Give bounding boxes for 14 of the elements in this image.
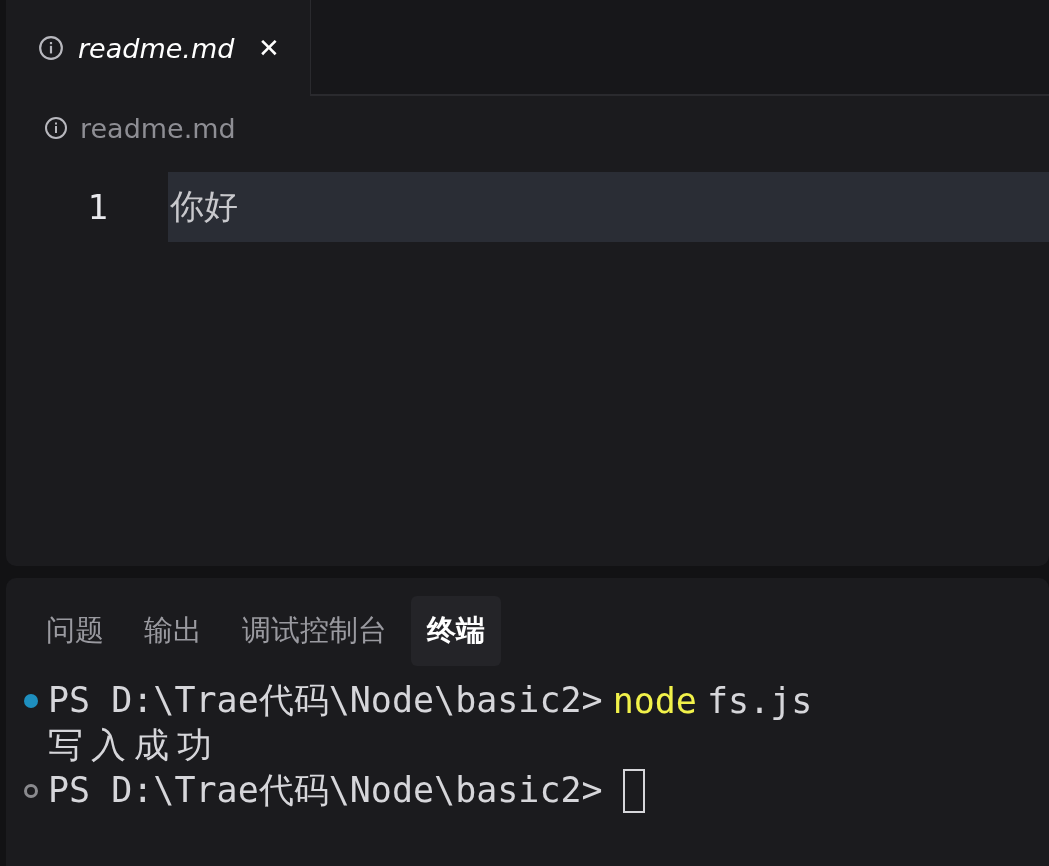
output-text: 写入成功 (47, 724, 220, 767)
info-icon (44, 116, 68, 140)
prompt-text: PS D:\Trae代码\Node\basic2> (48, 769, 603, 812)
close-button[interactable]: ✕ (254, 32, 285, 64)
panel-tab[interactable]: 终端 (411, 596, 501, 666)
panel-tab[interactable]: 调试控制台 (226, 596, 403, 666)
panel-tab[interactable]: 输出 (128, 596, 218, 666)
prompt-text: PS D:\Trae代码\Node\basic2> (48, 679, 603, 722)
breadcrumb[interactable]: readme.md (80, 112, 236, 144)
panel-tab[interactable]: 问题 (30, 596, 120, 666)
argument-text: fs.js (706, 680, 813, 721)
info-icon (38, 35, 64, 61)
command-text: node (612, 680, 697, 721)
line-number: 1 (86, 187, 109, 227)
